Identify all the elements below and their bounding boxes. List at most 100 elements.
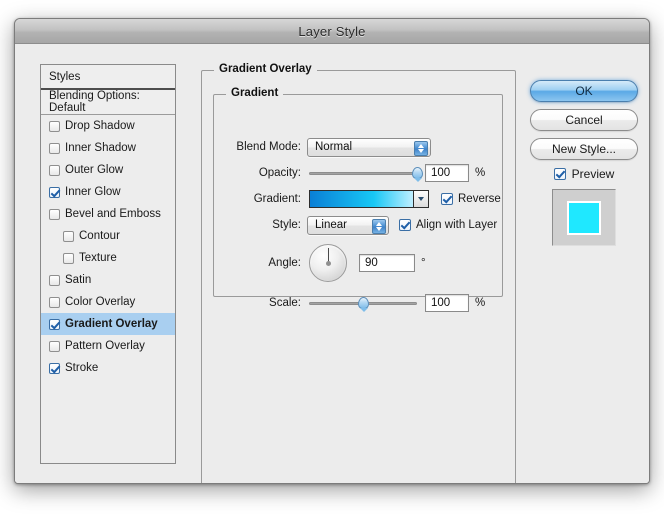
- sidebar-item-checkbox[interactable]: [49, 274, 60, 286]
- sidebar-item-blending-options[interactable]: Blending Options: Default: [41, 90, 175, 115]
- gradient-preview-swatch[interactable]: [310, 191, 413, 207]
- blend-mode-label: Blend Mode:: [236, 141, 301, 153]
- opacity-slider-thumb[interactable]: [412, 167, 423, 182]
- cancel-button[interactable]: Cancel: [530, 109, 638, 131]
- gradient-picker[interactable]: [309, 190, 429, 208]
- sidebar-item-label: Pattern Overlay: [65, 340, 145, 352]
- scale-label: Scale:: [269, 297, 301, 309]
- sidebar-item-color-overlay[interactable]: Color Overlay: [41, 291, 175, 313]
- sidebar-item-label: Contour: [79, 230, 120, 242]
- blend-mode-value: Normal: [315, 141, 353, 153]
- sidebar-item-inner-shadow[interactable]: Inner Shadow: [41, 137, 175, 159]
- sidebar-item-bevel-and-emboss[interactable]: Bevel and Emboss: [41, 203, 175, 225]
- sidebar-item-label: Drop Shadow: [65, 120, 135, 132]
- sidebar-header: Styles: [41, 65, 175, 90]
- sidebar-item-label: Stroke: [65, 362, 99, 374]
- preview-checkbox[interactable]: Preview: [530, 167, 638, 181]
- window-title: Layer Style: [298, 23, 366, 39]
- align-with-layer-checkbox[interactable]: Align with Layer: [399, 219, 497, 231]
- align-with-layer-checkbox-box[interactable]: [399, 219, 411, 231]
- opacity-slider-track: [309, 172, 417, 175]
- scale-value: 100: [431, 297, 451, 309]
- sidebar-item-label: Outer Glow: [65, 164, 124, 176]
- opacity-unit: %: [475, 167, 486, 179]
- reverse-checkbox-box[interactable]: [441, 193, 453, 205]
- sidebar-item-checkbox[interactable]: [49, 296, 60, 308]
- sidebar-item-label: Inner Shadow: [65, 142, 136, 154]
- sidebar-item-label: Satin: [65, 274, 92, 286]
- sidebar-item-checkbox[interactable]: [49, 208, 60, 220]
- window-titlebar[interactable]: Layer Style: [15, 19, 649, 44]
- sidebar-item-contour[interactable]: Contour: [41, 225, 175, 247]
- sidebar-item-checkbox[interactable]: [63, 252, 74, 264]
- cancel-button-label: Cancel: [565, 113, 603, 127]
- sidebar-item-checkbox[interactable]: [49, 186, 60, 198]
- opacity-slider[interactable]: [309, 165, 423, 182]
- gradient-overlay-panel: Gradient Overlay Gradient Blend Mode: No…: [201, 63, 516, 483]
- sidebar-item-satin[interactable]: Satin: [41, 269, 175, 291]
- sidebar-item-inner-glow[interactable]: Inner Glow: [41, 181, 175, 203]
- style-select[interactable]: Linear: [307, 215, 389, 235]
- gradient-row: Gradient: Reverse: [229, 190, 501, 208]
- preview-thumbnail: [552, 189, 616, 246]
- scale-row: Scale: 100 %: [229, 294, 485, 312]
- preview-label: Preview: [571, 167, 615, 181]
- preview-checkbox-box[interactable]: [553, 168, 566, 180]
- sidebar-item-label: Texture: [79, 252, 117, 264]
- opacity-input[interactable]: 100: [425, 164, 469, 182]
- sidebar-item-label: Inner Glow: [65, 186, 121, 198]
- sidebar-item-outer-glow[interactable]: Outer Glow: [41, 159, 175, 181]
- sidebar-item-checkbox[interactable]: [49, 120, 60, 132]
- angle-row: Angle: 90 °: [229, 242, 426, 284]
- style-label: Style:: [272, 219, 301, 231]
- sidebar-item-checkbox[interactable]: [49, 362, 60, 374]
- new-style-button[interactable]: New Style...: [530, 138, 638, 160]
- sidebar-header-label: Styles: [49, 70, 81, 83]
- scale-slider-thumb[interactable]: [358, 297, 369, 312]
- sidebar-item-stroke[interactable]: Stroke: [41, 357, 175, 379]
- angle-input[interactable]: 90: [359, 254, 415, 272]
- sidebar-item-label: Bevel and Emboss: [65, 208, 161, 220]
- chevron-updown-icon: [414, 140, 428, 156]
- sidebar-item-gradient-overlay[interactable]: Gradient Overlay: [41, 313, 175, 335]
- sidebar-effect-list: Drop Shadow Inner Shadow Outer Glow Inner G…: [41, 115, 175, 379]
- scale-unit: %: [475, 297, 486, 309]
- opacity-label: Opacity:: [258, 167, 301, 179]
- sidebar-item-checkbox[interactable]: [49, 164, 60, 176]
- reverse-checkbox[interactable]: Reverse: [441, 193, 501, 205]
- sidebar-item-checkbox[interactable]: [63, 230, 74, 242]
- ok-button-label: OK: [575, 84, 593, 98]
- sidebar-item-checkbox[interactable]: [49, 340, 60, 352]
- scale-slider[interactable]: [309, 295, 417, 312]
- styles-sidebar: Styles Blending Options: Default Drop Sh…: [40, 64, 176, 464]
- opacity-row: Opacity: 100 %: [229, 164, 485, 182]
- scale-input[interactable]: 100: [425, 294, 469, 312]
- angle-unit: °: [421, 257, 426, 269]
- style-value: Linear: [315, 219, 347, 231]
- opacity-value: 100: [431, 167, 451, 179]
- sidebar-item-drop-shadow[interactable]: Drop Shadow: [41, 115, 175, 137]
- sidebar-item-checkbox[interactable]: [49, 142, 60, 154]
- angle-dial[interactable]: [309, 244, 347, 282]
- sidebar-item-label: Color Overlay: [65, 296, 136, 308]
- sidebar-item-checkbox[interactable]: [49, 318, 60, 330]
- dialog-body: Styles Blending Options: Default Drop Sh…: [15, 44, 649, 483]
- preview-swatch: [567, 200, 601, 235]
- sidebar-item-label: Gradient Overlay: [65, 318, 158, 330]
- angle-dial-hub: [325, 260, 331, 266]
- angle-label: Angle:: [268, 257, 301, 269]
- gradient-group-title: Gradient: [226, 87, 284, 99]
- angle-value: 90: [365, 257, 378, 269]
- sidebar-item-texture[interactable]: Texture: [41, 247, 175, 269]
- new-style-button-label: New Style...: [551, 142, 617, 156]
- sidebar-item-pattern-overlay[interactable]: Pattern Overlay: [41, 335, 175, 357]
- ok-button[interactable]: OK: [530, 80, 638, 102]
- style-row: Style: Linear Align with Layer: [229, 215, 497, 235]
- gradient-dropdown-button[interactable]: [413, 191, 428, 207]
- dialog-actions: OK Cancel New Style... Preview: [530, 80, 638, 246]
- sidebar-blending-options-label: Blending Options: Default: [49, 90, 140, 114]
- screen: Layer Style Styles Blending Options: Def…: [0, 0, 664, 528]
- chevron-updown-icon: [372, 218, 386, 234]
- blend-mode-select[interactable]: Normal: [307, 137, 431, 157]
- gradient-overlay-group-title: Gradient Overlay: [214, 63, 317, 75]
